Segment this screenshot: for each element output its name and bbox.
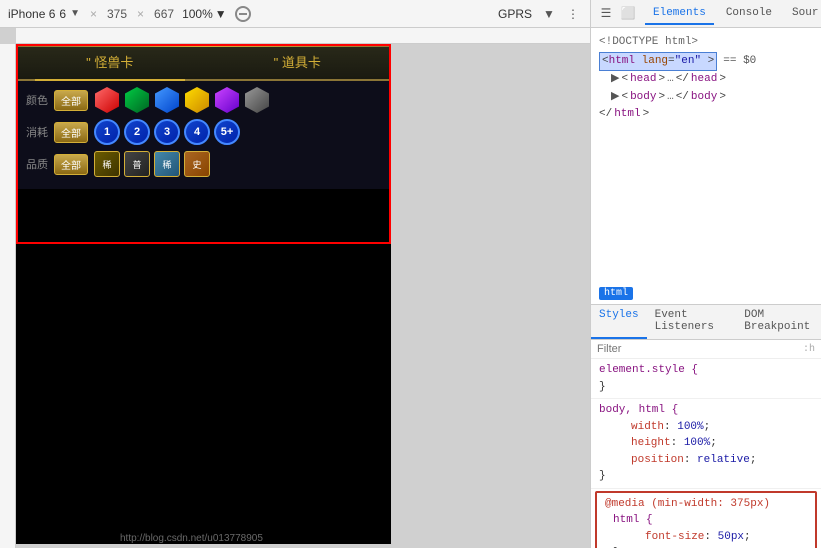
filter-rarity-2[interactable]: 普 (124, 151, 150, 177)
tab-dom-breakpoints[interactable]: DOM Breakpoint (736, 305, 821, 339)
style-rule-media: @media (min-width: 375px) html { font-si… (595, 491, 817, 548)
filter-row-rarity: 品质 全部 稀 普 稀 史 (24, 151, 383, 177)
network-chevron-icon[interactable]: ▼ (540, 5, 558, 23)
styles-filter-row: :h (591, 340, 821, 359)
device-name: iPhone 6 (8, 7, 55, 21)
equals-sign: == $0 (723, 53, 756, 71)
html-tree: <!DOCTYPE html> <html lang="en" > == $0 … (591, 28, 821, 283)
network-label: GPRS (498, 7, 532, 21)
tab-console[interactable]: Console (718, 3, 780, 25)
tree-expand-head[interactable]: ▶ (611, 71, 619, 89)
head-line[interactable]: ▶ <head> … </head> (599, 71, 813, 89)
phone-viewport: " 怪兽卡 " 道具卡 颜色 全部 (16, 44, 391, 544)
more-options-icon[interactable]: ⋮ (564, 5, 582, 23)
filter-row-color: 颜色 全部 (24, 87, 383, 113)
html-element-badge: html (591, 283, 821, 304)
cost-filters: 1 2 3 4 5+ (94, 119, 240, 145)
filter-label-color: 颜色 (24, 92, 48, 108)
filter-all-cost[interactable]: 全部 (54, 122, 88, 143)
html-badge: html (599, 287, 633, 300)
css-width: width: 100%; (615, 419, 813, 436)
devtools-toolbar-icons: ☰ ⬜ (597, 5, 637, 23)
zoom-value: 100% (182, 7, 213, 21)
inspect-icon[interactable]: ☰ (597, 5, 615, 23)
filter-color-yellow[interactable] (184, 87, 210, 113)
filter-cost-2[interactable]: 2 (124, 119, 150, 145)
filter-color-red[interactable] (94, 87, 120, 113)
tab-event-listeners[interactable]: Event Listeners (647, 305, 737, 339)
mobile-icon[interactable]: ⬜ (619, 5, 637, 23)
rule-selector-element: element.style { (599, 364, 698, 376)
styles-panel: Styles Event Listeners DOM Breakpoint :h… (591, 304, 821, 548)
filter-all-rarity[interactable]: 全部 (54, 154, 88, 175)
device-chevron-icon[interactable]: ▼ (70, 8, 80, 19)
resolution-height: 667 (154, 7, 174, 21)
tree-expand-body[interactable]: ▶ (611, 89, 619, 107)
filter-section: 颜色 全部 消耗 全部 (16, 81, 391, 189)
filter-color-gray[interactable] (244, 87, 270, 113)
doctype-text: <!DOCTYPE html> (599, 34, 698, 52)
filter-label-rarity: 品质 (24, 156, 48, 172)
filter-rarity-4[interactable]: 史 (184, 151, 210, 177)
tab-monster-card[interactable]: " 怪兽卡 (16, 44, 204, 79)
browser-toolbar: iPhone 6 6 ▼ × 375 × 667 100% ▼ GPRS ▼ ⋮ (0, 0, 590, 28)
separator-1: × (90, 7, 97, 21)
devtools-toolbar: ☰ ⬜ Elements Console Sour (591, 0, 821, 28)
resolution-width: 375 (107, 7, 127, 21)
styles-tabs: Styles Event Listeners DOM Breakpoint (591, 305, 821, 340)
viewport-wrapper: " 怪兽卡 " 道具卡 颜色 全部 (0, 28, 590, 548)
filter-hb-label: :h (803, 344, 815, 355)
card-area (16, 189, 391, 529)
styles-filter-input[interactable] (597, 343, 803, 355)
style-rule-element: element.style { } (591, 359, 821, 399)
tab-elements[interactable]: Elements (645, 3, 714, 25)
tab-sources[interactable]: Sour (784, 3, 821, 25)
device-selector[interactable]: iPhone 6 6 ▼ (8, 7, 80, 21)
filter-cost-4[interactable]: 4 (184, 119, 210, 145)
ruler-top (16, 28, 590, 44)
filter-label-cost: 消耗 (24, 124, 48, 140)
toolbar-icons: ▼ ⋮ (540, 5, 582, 23)
filter-row-cost: 消耗 全部 1 2 3 4 5+ (24, 119, 383, 145)
rule-selector-body: body, html { (599, 404, 678, 416)
css-font-size: font-size: 50px; (629, 529, 807, 546)
tab-styles[interactable]: Styles (591, 305, 647, 339)
filter-cost-1[interactable]: 1 (94, 119, 120, 145)
no-entry-icon[interactable] (235, 6, 251, 22)
css-position: position: relative; (615, 452, 813, 469)
app-content: " 怪兽卡 " 道具卡 颜色 全部 (16, 44, 391, 529)
device-number: 6 (59, 7, 66, 21)
html-tag-line[interactable]: <html lang="en" > == $0 (599, 52, 813, 72)
rule-close-body: } (599, 470, 606, 482)
devtools-panel: ☰ ⬜ Elements Console Sour <!DOCTYPE html… (590, 0, 821, 548)
zoom-chevron-icon: ▼ (215, 7, 227, 21)
tab-item-card[interactable]: " 道具卡 (204, 44, 392, 79)
html-sub-selector: html { (613, 514, 653, 526)
ruler-left (0, 44, 16, 548)
html-tag-highlighted: <html lang="en" > (599, 52, 717, 72)
rule-close-element: } (599, 381, 606, 393)
doctype-line: <!DOCTYPE html> (599, 34, 813, 52)
style-rule-body-html: body, html { width: 100%; height: 100%; … (591, 399, 821, 489)
filter-rarity-3[interactable]: 稀 (154, 151, 180, 177)
filter-rarity-1[interactable]: 稀 (94, 151, 120, 177)
tab-bar: " 怪兽卡 " 道具卡 (16, 44, 391, 81)
filter-color-blue[interactable] (154, 87, 180, 113)
filter-color-green[interactable] (124, 87, 150, 113)
filter-cost-5plus[interactable]: 5+ (214, 119, 240, 145)
separator-2: × (137, 7, 144, 21)
rarity-filters: 稀 普 稀 史 (94, 151, 210, 177)
css-height: height: 100%; (615, 435, 813, 452)
color-filters (94, 87, 270, 113)
filter-color-purple[interactable] (214, 87, 240, 113)
zoom-selector[interactable]: 100% ▼ (182, 7, 227, 21)
filter-cost-3[interactable]: 3 (154, 119, 180, 145)
html-close-line: </html> (599, 106, 813, 124)
body-line[interactable]: ▶ <body> … </body> (599, 89, 813, 107)
media-query-selector: @media (min-width: 375px) (605, 498, 770, 510)
browser-panel: iPhone 6 6 ▼ × 375 × 667 100% ▼ GPRS ▼ ⋮ (0, 0, 590, 548)
filter-all-color[interactable]: 全部 (54, 90, 88, 111)
